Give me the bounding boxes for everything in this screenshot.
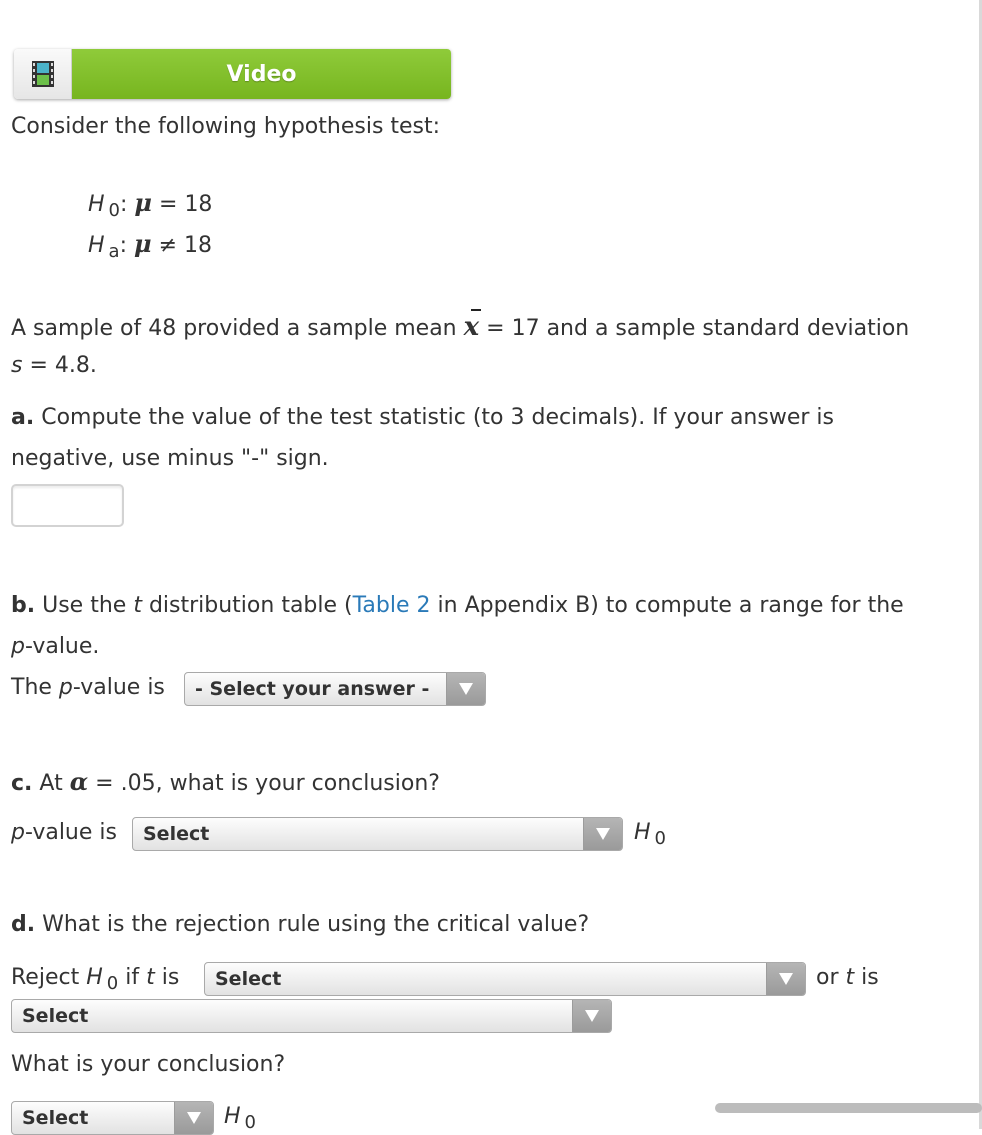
chevron-down-icon <box>446 673 485 705</box>
p-value-range-select[interactable]: - Select your answer - <box>184 672 486 706</box>
or-t-is-label: or t is <box>816 965 879 990</box>
horizontal-scrollbar[interactable] <box>715 1103 982 1113</box>
h0-label-d: H0 <box>224 1104 256 1133</box>
film-strip-icon <box>14 49 72 99</box>
part-a-question-line2: negative, use minus "-" sign. <box>11 446 329 471</box>
alternative-hypothesis: Ha: μ ≠ 18 <box>88 229 213 262</box>
critical-value-select-1[interactable]: Select <box>204 962 806 996</box>
p-value-conclusion-select[interactable]: Select <box>132 817 623 851</box>
x-bar-symbol: x <box>463 309 481 342</box>
video-button[interactable]: Video <box>14 49 451 99</box>
part-b-question-line2: p-value. <box>11 634 100 659</box>
critical-value-select-2[interactable]: Select <box>11 999 612 1033</box>
table-2-link[interactable]: Table 2 <box>353 593 431 618</box>
conclusion-select[interactable]: Select <box>11 1101 214 1135</box>
p-value-prompt: The p-value is <box>11 675 165 700</box>
test-statistic-input[interactable] <box>11 484 124 527</box>
sample-description: A sample of 48 provided a sample mean x … <box>11 309 910 342</box>
part-a-question-line1: a. Compute the value of the test statist… <box>11 405 834 430</box>
intro-text: Consider the following hypothesis test: <box>11 114 441 139</box>
part-c-question: c. At α = .05, what is your conclusion? <box>11 767 440 796</box>
reject-rule-prompt: Reject H0 if t is <box>11 965 180 994</box>
null-hypothesis: H 0: μ = 18 <box>88 188 213 221</box>
conclusion-question: What is your conclusion? <box>11 1052 286 1077</box>
alpha-symbol: α <box>69 767 89 796</box>
chevron-down-icon <box>766 963 805 995</box>
chevron-down-icon <box>572 1000 611 1032</box>
part-d-question: d. What is the rejection rule using the … <box>11 912 590 937</box>
video-label: Video <box>72 49 451 99</box>
chevron-down-icon <box>174 1102 213 1134</box>
sample-std-dev: s = 4.8. <box>11 353 97 378</box>
part-b-question-line1: b. Use the t distribution table (Table 2… <box>11 593 904 618</box>
part-c-prompt: p-value is <box>11 820 117 845</box>
chevron-down-icon <box>583 818 622 850</box>
h0-label-c: H0 <box>634 820 666 849</box>
